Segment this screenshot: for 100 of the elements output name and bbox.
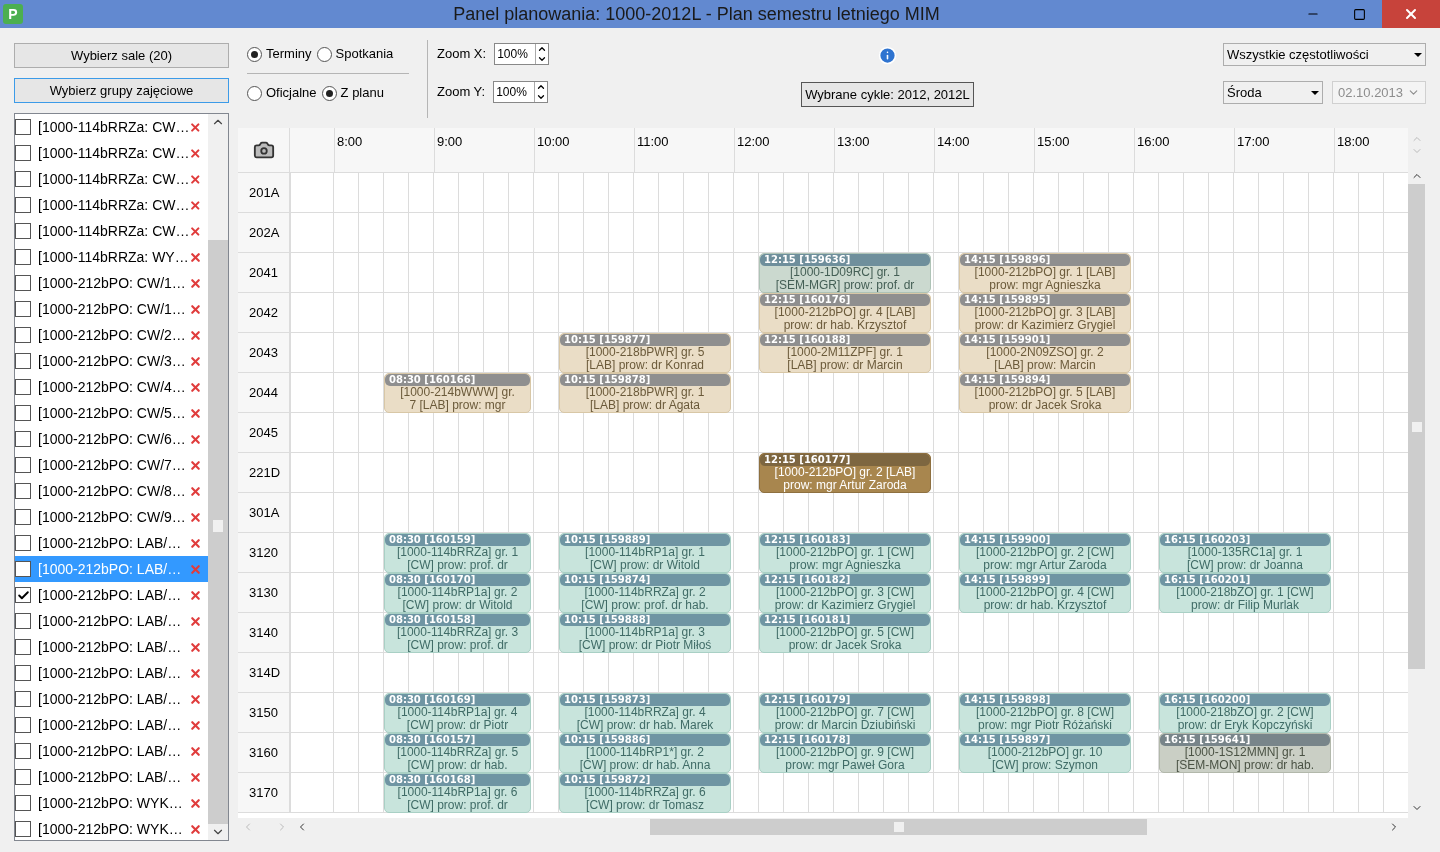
checkbox[interactable]	[15, 717, 31, 733]
event-block[interactable]: 16:15 [160203] [1000-135RC1a] gr. 1 [CW] prow: dr Joanna	[1159, 533, 1331, 573]
group-list-item[interactable]: [1000-212bPO: CW/5…	[15, 400, 208, 426]
checkbox[interactable]	[15, 275, 31, 291]
checkbox[interactable]	[15, 509, 31, 525]
remove-icon[interactable]	[189, 406, 202, 420]
remove-icon[interactable]	[189, 250, 202, 264]
group-list-item[interactable]: [1000-212bPO: CW/1…	[15, 270, 208, 296]
remove-icon[interactable]	[189, 822, 202, 836]
event-block[interactable]: 14:15 [159896] [1000-212bPO] gr. 1 [LAB] prow: mgr Agnieszka	[959, 253, 1131, 293]
event-block[interactable]: 12:15 [160182] [1000-212bPO] gr. 3 [CW] prow: dr Kazimierz Grygiel	[759, 573, 931, 613]
checkbox[interactable]	[15, 431, 31, 447]
checkbox[interactable]	[15, 405, 31, 421]
event-block[interactable]: 14:15 [159899] [1000-212bPO] gr. 4 [CW] prow: dr hab. Krzysztof	[959, 573, 1131, 613]
checkbox[interactable]	[15, 119, 31, 135]
checkbox[interactable]	[15, 587, 31, 603]
radio-button[interactable]: Z planu	[321, 83, 384, 103]
remove-icon[interactable]	[189, 380, 202, 394]
event-block[interactable]: 10:15 [159888] [1000-114bRP1a] gr. 3 [CW] prow: dr Piotr Miłoś	[559, 613, 731, 653]
event-block[interactable]: 16:15 [160200] [1000-218bZO] gr. 2 [CW] prow: dr Eryk Kopczyński	[1159, 693, 1331, 733]
remove-icon[interactable]	[189, 718, 202, 732]
event-block[interactable]: 12:15 [159636] [1000-1D09RC] gr. 1 [SEM-MGR] prow: prof. dr	[759, 253, 931, 293]
event-block[interactable]: 12:15 [160177] [1000-212bPO] gr. 2 [LAB] prow: mgr Artur Zaroda	[759, 453, 931, 493]
remove-icon[interactable]	[189, 328, 202, 342]
scroll-thumb-grip[interactable]	[893, 822, 904, 832]
event-block[interactable]: 14:15 [159897] [1000-212bPO] gr. 10 [CW] prow: Szymon	[959, 733, 1131, 773]
checkbox[interactable]	[15, 249, 31, 265]
event-block[interactable]: 08:30 [160157] [1000-114bRRZa] gr. 5 [CW] prow: dr hab.	[384, 733, 531, 773]
event-block[interactable]: 12:15 [160178] [1000-212bPO] gr. 9 [CW] prow: mgr Paweł Gora	[759, 733, 931, 773]
day-dropdown[interactable]: Środa	[1223, 81, 1323, 104]
event-block[interactable]: 10:15 [159877] [1000-218bPWR] gr. 5 [LAB] prow: dr Konrad	[559, 333, 731, 373]
remove-icon[interactable]	[189, 640, 202, 654]
event-block[interactable]: 10:15 [159886] [1000-114bRP1*] gr. 2 [CW] prow: dr hab. Anna	[559, 733, 731, 773]
group-list-item[interactable]: [1000-114bRRZa: CW…	[15, 192, 208, 218]
remove-icon[interactable]	[189, 432, 202, 446]
radio-button[interactable]: Oficjalne	[247, 83, 317, 103]
radio-button[interactable]: Terminy	[247, 44, 312, 64]
list-scrollbar[interactable]	[208, 114, 228, 840]
event-block[interactable]: 14:15 [159894] [1000-212bPO] gr. 5 [LAB] prow: dr Jacek Sroka	[959, 373, 1131, 413]
remove-icon[interactable]	[189, 744, 202, 758]
checkbox[interactable]	[15, 613, 31, 629]
checkbox[interactable]	[15, 483, 31, 499]
group-list-item[interactable]: [1000-212bPO: WYK…	[15, 816, 208, 840]
remove-icon[interactable]	[189, 796, 202, 810]
remove-icon[interactable]	[189, 484, 202, 498]
scroll-thumb[interactable]	[1408, 184, 1425, 669]
remove-icon[interactable]	[189, 692, 202, 706]
checkbox[interactable]	[15, 301, 31, 317]
event-block[interactable]: 08:30 [160166] [1000-214bWWW] gr. 7 [LAB] prow: mgr	[384, 373, 531, 413]
group-list-item[interactable]: [1000-212bPO: CW/3…	[15, 348, 208, 374]
group-list-item[interactable]: [1000-114bRRZa: CW…	[15, 166, 208, 192]
remove-icon[interactable]	[189, 536, 202, 550]
group-list-item[interactable]: [1000-212bPO: CW/4…	[15, 374, 208, 400]
group-list-item[interactable]: [1000-114bRRZa: CW…	[15, 218, 208, 244]
event-block[interactable]: 08:30 [160159] [1000-114bRRZa] gr. 1 [CW] prow: prof. dr	[384, 533, 531, 573]
checkbox[interactable]	[15, 145, 31, 161]
group-list-item[interactable]: [1000-114bRRZa: WY…	[15, 244, 208, 270]
remove-icon[interactable]	[189, 172, 202, 186]
radio-button[interactable]: Spotkania	[316, 44, 394, 64]
group-list-item[interactable]: [1000-212bPO: CW/6…	[15, 426, 208, 452]
checkbox[interactable]	[15, 795, 31, 811]
checkbox[interactable]	[15, 379, 31, 395]
info-icon[interactable]	[877, 46, 897, 65]
checkbox[interactable]	[15, 327, 31, 343]
scroll-thumb-grip[interactable]	[1411, 421, 1422, 432]
remove-icon[interactable]	[189, 458, 202, 472]
remove-icon[interactable]	[189, 588, 202, 602]
checkbox[interactable]	[15, 743, 31, 759]
group-list-item[interactable]: [1000-212bPO: LAB/…	[15, 608, 208, 634]
event-block[interactable]: 12:15 [160188] [1000-2M11ZPF] gr. 1 [LAB] prow: dr Marcin	[759, 333, 931, 373]
checkbox[interactable]	[15, 223, 31, 239]
remove-icon[interactable]	[189, 224, 202, 238]
group-list-item[interactable]: [1000-212bPO: LAB/…	[15, 530, 208, 556]
close-button[interactable]	[1382, 0, 1440, 28]
checkbox[interactable]	[15, 639, 31, 655]
group-list-item[interactable]: [1000-212bPO: CW/9…	[15, 504, 208, 530]
group-list-item[interactable]: [1000-212bPO: LAB/…	[15, 660, 208, 686]
group-list-item[interactable]: [1000-212bPO: WYK…	[15, 790, 208, 816]
checkbox[interactable]	[15, 353, 31, 369]
frequency-dropdown[interactable]: Wszystkie częstotliwości	[1223, 43, 1426, 66]
checkbox[interactable]	[15, 821, 31, 837]
group-list-item[interactable]: [1000-212bPO: LAB/…	[15, 738, 208, 764]
group-list-item[interactable]: [1000-212bPO: LAB/…	[15, 686, 208, 712]
group-list-item[interactable]: [1000-212bPO: CW/2…	[15, 322, 208, 348]
remove-icon[interactable]	[189, 666, 202, 680]
event-block[interactable]: 14:15 [159895] [1000-212bPO] gr. 3 [LAB] prow: dr Kazimierz Grygiel	[959, 293, 1131, 333]
event-block[interactable]: 10:15 [159878] [1000-218bPWR] gr. 1 [LAB] prow: dr Agata	[559, 373, 731, 413]
event-block[interactable]: 14:15 [159898] [1000-212bPO] gr. 8 [CW] prow: mgr Piotr Różański	[959, 693, 1131, 733]
remove-icon[interactable]	[189, 770, 202, 784]
event-block[interactable]: 14:15 [159900] [1000-212bPO] gr. 2 [CW] prow: mgr Artur Zaroda	[959, 533, 1131, 573]
event-block[interactable]: 12:15 [160179] [1000-212bPO] gr. 7 [CW] prow: dr Marcin Dziubiński	[759, 693, 931, 733]
event-block[interactable]: 16:15 [159641] [1000-1S12MMN] gr. 1 [SEM-MON] prow: dr hab.	[1159, 733, 1331, 773]
scroll-thumb-grip[interactable]	[213, 520, 223, 532]
selected-cycles-button[interactable]: Wybrane cykle: 2012, 2012L	[801, 82, 974, 107]
group-list-item[interactable]: [1000-212bPO: CW/8…	[15, 478, 208, 504]
group-list-item[interactable]: [1000-212bPO: LAB/…	[15, 582, 208, 608]
group-list-item[interactable]: [1000-212bPO: LAB/…	[15, 764, 208, 790]
group-list-item[interactable]: [1000-212bPO: CW/1…	[15, 296, 208, 322]
group-list-item[interactable]: [1000-114bRRZa: CW…	[15, 114, 208, 140]
remove-icon[interactable]	[189, 354, 202, 368]
